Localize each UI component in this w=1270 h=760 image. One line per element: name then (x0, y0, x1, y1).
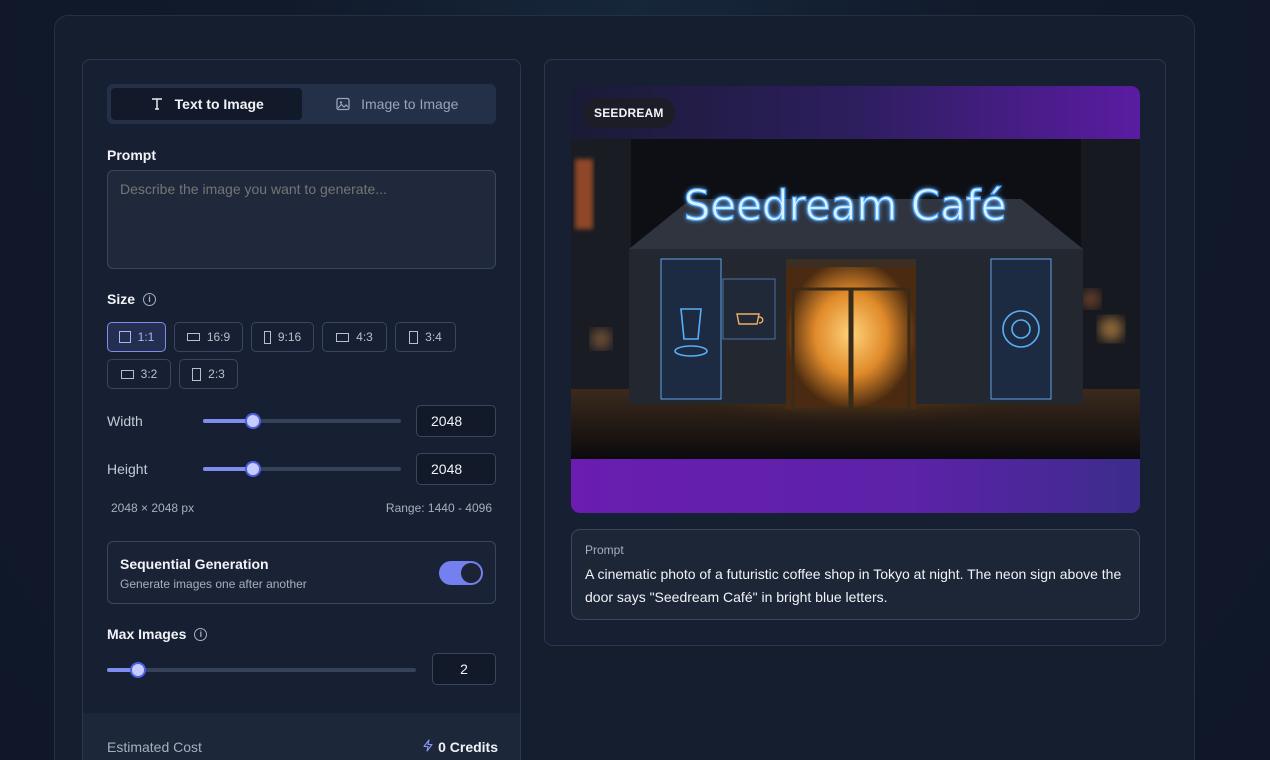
width-slider[interactable] (203, 413, 401, 429)
size-option-2-3[interactable]: 2:3 (179, 359, 238, 389)
prompt-card-text: A cinematic photo of a futuristic coffee… (585, 566, 1122, 605)
height-label: Height (107, 461, 148, 477)
size-option-4-3[interactable]: 4:3 (322, 322, 387, 352)
tab-label: Image to Image (361, 96, 459, 112)
generation-settings-panel: Text to Image Image to Image Prompt Size… (82, 59, 521, 760)
preview-frame: SEEDREAM Seedream Café Seedream Café (571, 86, 1140, 513)
tab-label: Text to Image (174, 96, 264, 112)
tab-text-to-image[interactable]: Text to Image (111, 88, 302, 120)
prompt-card: Prompt A cinematic photo of a futuristic… (571, 529, 1140, 620)
prompt-input[interactable] (107, 170, 496, 269)
cost-value: 0 Credits (422, 739, 498, 755)
generated-image[interactable]: Seedream Café Seedream Café (571, 139, 1140, 459)
model-badge: SEEDREAM (583, 98, 675, 128)
prompt-card-label: Prompt (585, 543, 624, 557)
size-label: Size i (107, 291, 157, 307)
size-option-9-16[interactable]: 9:16 (251, 322, 314, 352)
prompt-label: Prompt (107, 147, 156, 163)
slider-thumb[interactable] (245, 461, 261, 477)
width-input[interactable]: 2048 (416, 405, 496, 437)
preview-panel: SEEDREAM Seedream Café Seedream Café Pro… (544, 59, 1166, 646)
width-label: Width (107, 413, 143, 429)
landscape-icon (186, 333, 200, 341)
size-option-3-2[interactable]: 3:2 (107, 359, 171, 389)
sequential-generation-card: Sequential Generation Generate images on… (107, 541, 496, 604)
size-option-1-1[interactable]: 1:1 (107, 322, 166, 352)
estimated-cost-bar: Estimated Cost 0 Credits (83, 713, 520, 760)
tab-image-to-image[interactable]: Image to Image (302, 88, 493, 120)
size-option-3-4[interactable]: 3:4 (395, 322, 456, 352)
height-slider[interactable] (203, 461, 401, 477)
height-input[interactable]: 2048 (416, 453, 496, 485)
max-images-input[interactable]: 2 (432, 653, 496, 685)
preview-bottom-bar (571, 459, 1140, 513)
slider-thumb[interactable] (245, 413, 261, 429)
cost-label: Estimated Cost (107, 739, 202, 755)
mode-tabs: Text to Image Image to Image (107, 84, 496, 124)
info-icon[interactable]: i (194, 627, 208, 641)
lightning-icon (422, 739, 434, 755)
landscape-icon (336, 332, 350, 342)
range-text: Range: 1440 - 4096 (385, 501, 492, 515)
sequential-subtitle: Generate images one after another (120, 577, 307, 591)
max-images-slider[interactable] (107, 662, 416, 678)
square-icon (118, 331, 131, 343)
neon-sign-text: Seedream Café (684, 181, 1007, 230)
size-option-16-9[interactable]: 16:9 (174, 322, 243, 352)
sequential-toggle[interactable] (439, 561, 483, 585)
portrait-icon (409, 330, 419, 344)
image-icon (335, 96, 351, 112)
landscape-icon (120, 369, 134, 379)
max-images-label: Max Images i (107, 626, 208, 642)
portrait-icon (263, 330, 271, 344)
text-icon (149, 96, 165, 112)
info-icon[interactable]: i (143, 292, 157, 306)
portrait-icon (192, 367, 202, 381)
sequential-title: Sequential Generation (120, 556, 269, 572)
dimensions-text: 2048 × 2048 px (111, 501, 195, 515)
slider-thumb[interactable] (130, 662, 146, 678)
toggle-knob (461, 563, 481, 583)
